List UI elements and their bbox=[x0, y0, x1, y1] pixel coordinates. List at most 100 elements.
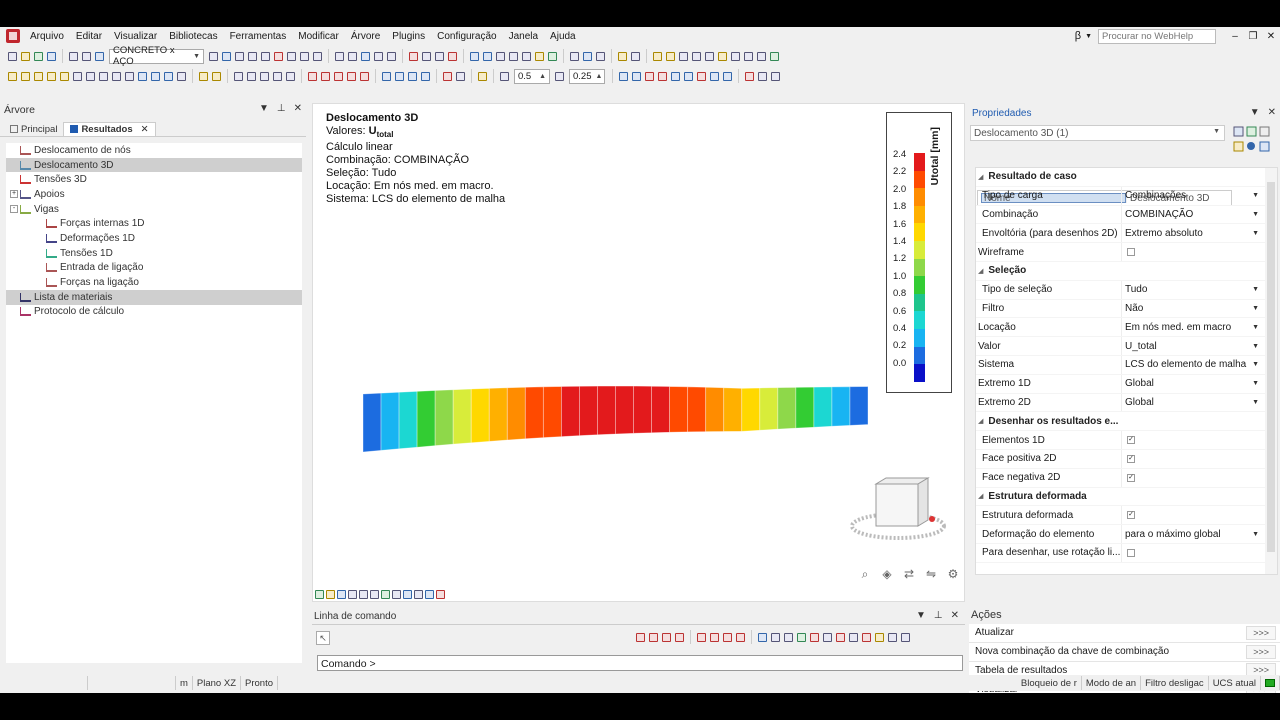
view-top-icon[interactable] bbox=[235, 51, 244, 61]
open-file-icon[interactable] bbox=[21, 51, 30, 61]
member-icon[interactable] bbox=[21, 71, 30, 81]
filter-icon[interactable] bbox=[448, 51, 457, 61]
property-row[interactable]: Para desenhar, use rotação li... bbox=[976, 543, 1277, 563]
snap-20-icon[interactable] bbox=[901, 632, 910, 642]
measure-icon[interactable] bbox=[456, 71, 465, 81]
status-mode[interactable]: Modo de an bbox=[1082, 676, 1142, 690]
3d-viewport[interactable]: Deslocamento 3D Valores: Utotal Cálculo … bbox=[312, 103, 965, 602]
scale-input-1[interactable]: 0.5 ▲ bbox=[514, 68, 550, 84]
walk-icon[interactable]: ⇄ bbox=[902, 567, 916, 581]
lasso-icon[interactable] bbox=[422, 51, 431, 61]
panel-1-icon[interactable] bbox=[653, 51, 662, 61]
arc-draw-icon[interactable] bbox=[360, 71, 369, 81]
properties-icon[interactable] bbox=[583, 51, 592, 61]
panel-7-icon[interactable] bbox=[731, 51, 740, 61]
redo-icon[interactable] bbox=[82, 51, 91, 61]
dropdown-arrow-icon[interactable]: ▼ bbox=[1252, 305, 1259, 312]
subregion-icon[interactable] bbox=[99, 71, 108, 81]
property-value[interactable]: ✓ bbox=[1121, 431, 1277, 449]
tab-close-icon[interactable]: ✕ bbox=[141, 124, 149, 135]
orbit-icon[interactable] bbox=[535, 51, 544, 61]
settings-gear-icon[interactable]: ⚙ bbox=[946, 567, 960, 581]
property-row[interactable]: Extremo 1D Global ▼ bbox=[976, 374, 1277, 394]
material-combo[interactable]: CONCRETO x AÇO ▼ bbox=[109, 45, 204, 67]
select-icon[interactable] bbox=[209, 51, 218, 61]
cursor-tool-icon[interactable]: ↖ bbox=[316, 631, 330, 645]
status-filter[interactable]: Filtro desligac bbox=[1141, 676, 1209, 690]
snap-11-icon[interactable] bbox=[784, 632, 793, 642]
menu-9[interactable]: Janela bbox=[509, 31, 546, 42]
line-icon[interactable] bbox=[112, 71, 121, 81]
design-icon[interactable] bbox=[286, 71, 295, 81]
export-icon[interactable] bbox=[387, 51, 396, 61]
property-checkbox[interactable]: ✓ bbox=[1127, 473, 1135, 482]
property-row[interactable]: Wireframe bbox=[976, 243, 1277, 262]
mesh-icon[interactable] bbox=[234, 71, 243, 81]
property-value[interactable]: ✓ bbox=[1121, 506, 1277, 525]
results-icon[interactable] bbox=[273, 71, 282, 81]
zoom-out-icon[interactable] bbox=[483, 51, 492, 61]
copy-icon[interactable] bbox=[374, 51, 383, 61]
snap-19-icon[interactable] bbox=[888, 632, 897, 642]
property-row[interactable]: Estrutura deformada ✓ bbox=[976, 506, 1277, 526]
scale-input-2[interactable]: 0.25 ▲ bbox=[569, 68, 605, 84]
property-scrollbar[interactable] bbox=[1265, 168, 1277, 574]
zoom-window-icon[interactable] bbox=[496, 51, 505, 61]
view-front-icon[interactable] bbox=[222, 51, 231, 61]
line-draw-icon[interactable] bbox=[308, 71, 317, 81]
tree-item[interactable]: Tensões 3D bbox=[6, 172, 302, 187]
view-cube-toggle-icon[interactable]: ◈ bbox=[880, 567, 894, 581]
load-point-icon[interactable] bbox=[199, 71, 208, 81]
action-item[interactable]: Nova combinação da chave de combinação >>… bbox=[969, 642, 1280, 662]
menu-2[interactable]: Visualizar bbox=[114, 31, 165, 42]
status-ucs[interactable]: UCS atual bbox=[1209, 676, 1261, 690]
snap-15-icon[interactable] bbox=[836, 632, 845, 642]
dropdown-arrow-icon[interactable]: ▼ bbox=[1252, 324, 1259, 331]
property-checkbox[interactable]: ✓ bbox=[1127, 511, 1135, 520]
report-icon[interactable] bbox=[618, 51, 627, 61]
snap-6-icon[interactable] bbox=[710, 632, 719, 642]
vb-tool-2-icon[interactable] bbox=[326, 589, 335, 599]
snap-18-icon[interactable] bbox=[875, 632, 884, 642]
property-category[interactable]: ◢ Seleção bbox=[976, 262, 1277, 281]
property-value[interactable]: ✓ bbox=[1121, 449, 1277, 468]
shade-icon[interactable] bbox=[300, 51, 309, 61]
minimize-icon[interactable]: – bbox=[1226, 31, 1244, 42]
snap-2-icon[interactable] bbox=[649, 632, 658, 642]
panel-6-icon[interactable] bbox=[718, 51, 727, 61]
dropdown-arrow-icon[interactable]: ▼ bbox=[1252, 380, 1259, 387]
category-collapse-icon[interactable]: ◢ bbox=[978, 417, 983, 425]
vb-tool-4-icon[interactable] bbox=[348, 589, 357, 599]
diagram-icon[interactable] bbox=[619, 71, 628, 81]
property-row[interactable]: Face positiva 2D ✓ bbox=[976, 449, 1277, 469]
category-collapse-icon[interactable]: ◢ bbox=[978, 173, 983, 181]
table-icon[interactable] bbox=[631, 51, 640, 61]
panel-5-icon[interactable] bbox=[705, 51, 714, 61]
scale-deform-icon[interactable] bbox=[500, 71, 509, 81]
property-row[interactable]: Locação Em nós med. em macro ▼ bbox=[976, 318, 1277, 338]
property-checkbox[interactable] bbox=[1127, 548, 1135, 557]
hinge-icon[interactable] bbox=[164, 71, 173, 81]
calc-icon[interactable] bbox=[260, 71, 269, 81]
panel-9-icon[interactable] bbox=[757, 51, 766, 61]
dropdown-arrow-icon[interactable]: ▼ bbox=[1252, 286, 1259, 293]
vb-tool-5-icon[interactable] bbox=[359, 589, 368, 599]
property-row[interactable]: Deformação do elemento para o máximo glob… bbox=[976, 525, 1277, 544]
property-category[interactable]: ◢ Desenhar os resultados e... bbox=[976, 412, 1277, 432]
property-row[interactable]: Valor U_total ▼ bbox=[976, 337, 1277, 356]
pick-icon[interactable] bbox=[409, 51, 418, 61]
property-value[interactable] bbox=[1121, 243, 1277, 261]
snap-14-icon[interactable] bbox=[823, 632, 832, 642]
command-input[interactable]: Comando > bbox=[317, 655, 963, 671]
panel-10-icon[interactable] bbox=[770, 51, 779, 61]
light-icon[interactable] bbox=[548, 51, 557, 61]
section-icon[interactable] bbox=[697, 71, 706, 81]
collapse-icon[interactable]: - bbox=[10, 205, 18, 214]
dropdown-arrow-icon[interactable]: ▼ bbox=[1252, 399, 1259, 406]
menu-8[interactable]: Configuração bbox=[437, 31, 504, 42]
property-row[interactable]: Tipo de carga Combinações ▼ bbox=[976, 186, 1277, 206]
cmd-menu-icon[interactable]: ▼ bbox=[916, 610, 926, 621]
pan-icon[interactable] bbox=[522, 51, 531, 61]
panel-2-icon[interactable] bbox=[666, 51, 675, 61]
snap-13-icon[interactable] bbox=[810, 632, 819, 642]
